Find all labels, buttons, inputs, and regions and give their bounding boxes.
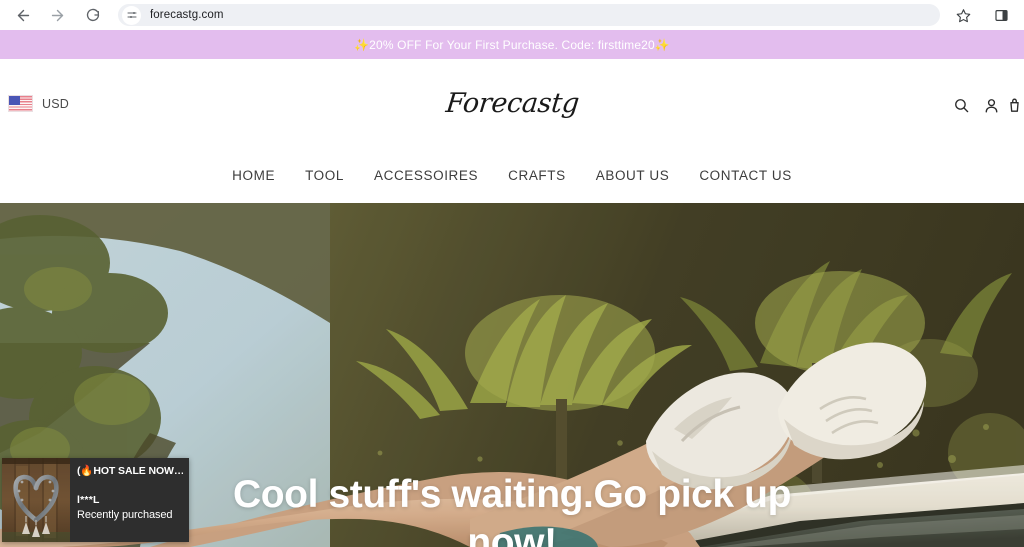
hero-heading-line-1: Cool stuff's waiting.Go pick up [232,473,792,516]
nav-item-crafts[interactable]: CRAFTS [508,168,566,183]
site-logo-text: Forecastg [443,87,581,119]
site-header: USD Forecastg [0,59,1024,147]
notification-body: (🔥HOT SALE NOW… l***L Recently purchased [70,458,189,542]
tune-sliders-icon[interactable] [122,5,141,25]
main-navigation: HOME TOOL ACCESSOIRES CRAFTS ABOUT US CO… [0,147,1024,203]
reload-icon[interactable] [80,2,106,28]
site-logo[interactable]: Forecastg [0,59,1024,147]
shopping-cart-icon[interactable] [1006,92,1024,118]
search-icon[interactable] [946,92,976,118]
nav-item-tool[interactable]: TOOL [305,168,344,183]
promo-banner-text: ✨20% OFF For Your First Purchase. Code: … [354,37,670,52]
forward-arrow-icon[interactable] [44,2,70,28]
browser-actions [950,2,1016,28]
back-arrow-icon[interactable] [10,2,36,28]
currency-label: USD [42,96,69,111]
nav-item-about-us[interactable]: ABOUT US [596,168,670,183]
nav-item-contact-us[interactable]: CONTACT US [699,168,792,183]
side-panel-icon[interactable] [988,2,1014,28]
notification-username: l***L [77,494,100,506]
url-text[interactable]: forecastg.com [150,9,224,21]
recent-purchase-notification[interactable]: (🔥HOT SALE NOW… l***L Recently purchased [2,458,189,542]
account-person-icon[interactable] [976,92,1006,118]
address-bar[interactable]: forecastg.com [118,4,940,26]
product-thumbnail[interactable] [2,458,70,542]
nav-item-accessoires[interactable]: ACCESSOIRES [374,168,478,183]
star-icon[interactable] [950,2,976,28]
notification-title: (🔥HOT SALE NOW… [77,465,183,477]
us-flag-icon [8,95,33,112]
horseshoe-heart-product-image [2,458,70,542]
nav-item-home[interactable]: HOME [232,168,275,183]
header-icon-group [946,92,1024,118]
currency-selector[interactable]: USD [8,95,69,112]
notification-status: Recently purchased [77,509,173,521]
promo-banner[interactable]: ✨20% OFF For Your First Purchase. Code: … [0,30,1024,59]
browser-toolbar: forecastg.com [0,0,1024,30]
